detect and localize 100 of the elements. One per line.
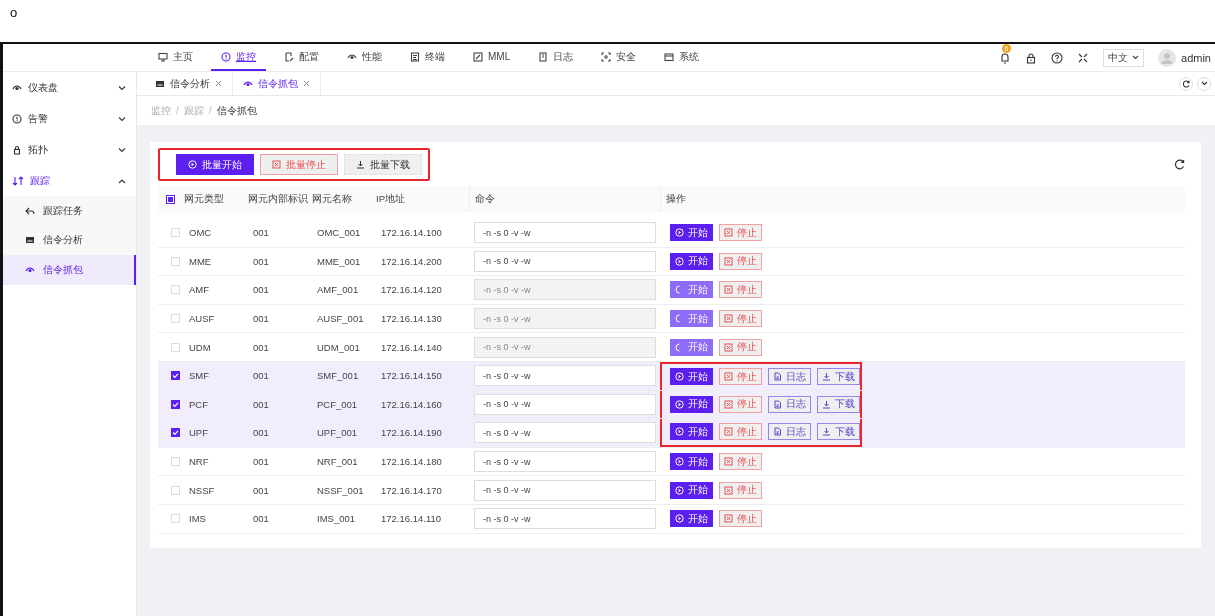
stop-icon — [724, 372, 733, 382]
log-button[interactable]: 日志 — [768, 423, 811, 441]
eye-icon — [243, 78, 253, 89]
nav-item[interactable]: 配置 — [274, 44, 329, 71]
sidebar-item[interactable]: 仪表盘 — [3, 72, 136, 103]
table-cell: NRF — [189, 456, 209, 468]
batch-download-button[interactable]: 批量下载 — [344, 154, 422, 175]
table-cell: IMS_001 — [317, 513, 356, 525]
close-icon — [215, 80, 222, 87]
start-button[interactable]: 开始 — [670, 481, 713, 499]
command-field[interactable]: -n -s 0 -v -w — [474, 393, 656, 415]
sidebar-item[interactable]: 跟踪 — [3, 165, 136, 196]
nav-item[interactable]: 安全 — [591, 44, 647, 71]
nav-item[interactable]: 主页 — [148, 44, 203, 71]
play-icon — [675, 485, 684, 495]
log-button[interactable]: 日志 — [768, 395, 811, 413]
nav-item[interactable]: 性能 — [337, 44, 392, 71]
nav-item[interactable]: 终端 — [400, 44, 455, 71]
row-checkbox[interactable] — [171, 428, 180, 438]
download-button[interactable]: 下载 — [817, 368, 860, 386]
start-button[interactable]: 开始 — [670, 510, 713, 528]
table-cell: 001 — [253, 284, 269, 296]
start-button[interactable]: 开始 — [670, 453, 713, 471]
eye-icon — [25, 264, 35, 275]
column-header: 网元内部标识 — [248, 192, 308, 206]
sidebar-item[interactable]: 拓扑 — [3, 134, 136, 165]
table-cell: AUSF — [189, 313, 215, 325]
table-cell: 001 — [253, 255, 269, 267]
command-field[interactable]: -n -s 0 -v -w — [474, 365, 656, 387]
monitor-icon — [158, 51, 168, 62]
table-cell: MME — [189, 255, 212, 267]
start-button[interactable]: 开始 — [670, 395, 713, 413]
table-cell: MME_001 — [317, 255, 361, 267]
table-cell: 172.16.14.130 — [381, 313, 442, 325]
stop-icon — [724, 342, 733, 352]
download-icon — [822, 372, 831, 382]
select-all-checkbox[interactable] — [166, 194, 175, 204]
stop-icon — [724, 457, 733, 467]
column-header: 命令 — [475, 192, 495, 206]
table-cell: OMC — [189, 227, 212, 239]
scan-icon — [601, 51, 612, 62]
table-cell: 172.16.14.200 — [381, 255, 442, 267]
sidebar-subitem[interactable]: 信令抓包 — [3, 255, 136, 285]
start-button[interactable]: 开始 — [670, 252, 713, 270]
table-cell: 001 — [253, 370, 269, 382]
table-cell: 001 — [253, 427, 269, 439]
nav-item[interactable]: MML — [463, 44, 521, 71]
user-name[interactable]: admin — [1181, 51, 1211, 64]
sidebar-item[interactable]: 告警 — [3, 103, 136, 134]
sidebar-subitem[interactable]: 跟踪任务 — [3, 196, 136, 226]
command-field[interactable]: -n -s 0 -v -w — [474, 250, 656, 272]
start-button[interactable]: 开始 — [670, 423, 713, 441]
sidebar-subitem[interactable]: 信令分析 — [3, 225, 136, 255]
chevron-down-icon — [1200, 81, 1208, 86]
tab[interactable]: 信令分析 — [145, 72, 233, 95]
alert-circle-icon — [221, 51, 231, 62]
row-checkbox[interactable] — [171, 371, 180, 381]
table-cell: 172.16.14.190 — [381, 427, 442, 439]
start-button[interactable]: 开始 — [670, 368, 713, 386]
table-cell: UDM_001 — [317, 341, 360, 353]
table-cell: 001 — [253, 313, 269, 325]
table-cell: AUSF_001 — [317, 313, 364, 325]
start-button[interactable]: 开始 — [670, 224, 713, 242]
stop-icon — [724, 427, 733, 437]
download-icon — [822, 399, 831, 409]
command-field[interactable]: -n -s 0 -v -w — [474, 422, 656, 444]
document-icon — [773, 372, 782, 382]
language-select[interactable]: 中文 — [1103, 48, 1145, 67]
table-cell: UPF — [189, 427, 208, 439]
column-header: IP地址 — [376, 192, 405, 206]
table-cell: 172.16.14.140 — [381, 341, 442, 353]
play-icon — [675, 427, 684, 437]
tab[interactable]: 信令抓包 — [233, 72, 321, 95]
nav-item[interactable]: 系统 — [654, 44, 710, 71]
eye-icon — [347, 51, 357, 62]
terminal-icon — [410, 51, 420, 62]
document-icon — [773, 399, 782, 409]
command-field[interactable]: -n -s 0 -v -w — [474, 222, 656, 244]
table-cell: 001 — [253, 513, 269, 525]
command-field[interactable]: -n -s 0 -v -w — [474, 479, 656, 501]
row-checkbox[interactable] — [171, 399, 180, 409]
nav-item[interactable]: 日志 — [528, 44, 584, 71]
download-button[interactable]: 下载 — [817, 395, 860, 413]
table-cell: IMS — [189, 513, 206, 525]
play-icon — [675, 256, 684, 266]
play-icon — [675, 372, 684, 382]
command-field[interactable]: -n -s 0 -v -w — [474, 508, 656, 530]
column-header: 网元类型 — [184, 192, 224, 206]
chevron-down-icon — [1132, 55, 1140, 60]
download-button[interactable]: 下载 — [817, 423, 860, 441]
breadcrumb-separator: / — [208, 105, 212, 116]
batch-start-button[interactable]: 批量开始 — [176, 154, 254, 175]
table-cell: 172.16.14.170 — [381, 484, 442, 496]
stop-icon — [724, 228, 733, 238]
log-button[interactable]: 日志 — [768, 368, 811, 386]
stop-icon — [724, 285, 733, 295]
command-field[interactable]: -n -s 0 -v -w — [474, 451, 656, 473]
stop-icon — [724, 256, 733, 266]
table-cell: SMF_001 — [317, 370, 359, 382]
bell-icon — [999, 51, 1012, 64]
